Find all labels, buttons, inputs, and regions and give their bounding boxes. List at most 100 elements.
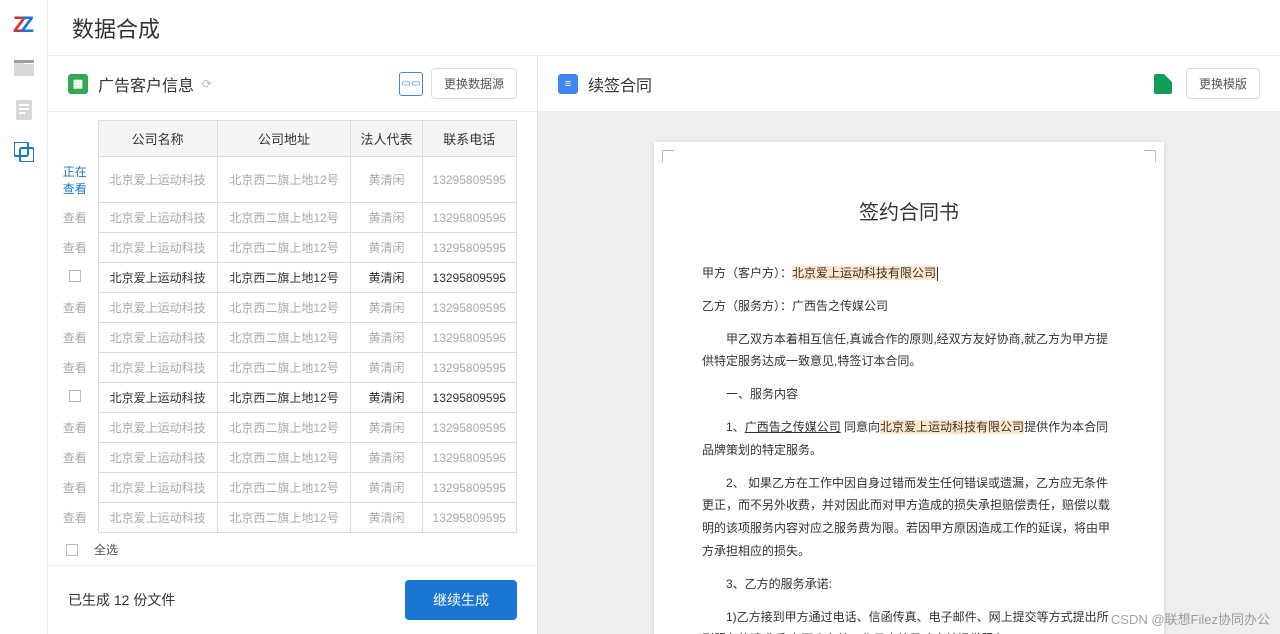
table-cell: 黄清闲	[351, 233, 422, 263]
continue-generate-button[interactable]: 继续生成	[405, 580, 517, 620]
table-row[interactable]: 北京爱上运动科技北京西二旗上地12号黄清闲13295809595	[52, 383, 517, 413]
contract-intro: 甲乙双方本着相互信任,真诚合作的原则,经双方友好协商,就乙方为甲方提供特定服务达…	[702, 328, 1116, 374]
table-cell: 北京爱上运动科技	[98, 443, 217, 473]
right-pane-head: ≡ 续签合同 更换模版	[538, 56, 1280, 112]
row-handle[interactable]: 查看	[52, 443, 98, 473]
document-page: 签约合同书 甲方（客户方）：北京爱上运动科技有限公司 乙方（服务方）：广西告之传…	[654, 142, 1164, 634]
nav-rail: ZZ	[0, 0, 48, 634]
table-cell: 北京西二旗上地12号	[217, 383, 351, 413]
table-row[interactable]: 查看北京爱上运动科技北京西二旗上地12号黄清闲13295809595	[52, 233, 517, 263]
table-cell: 黄清闲	[351, 157, 422, 203]
row-handle[interactable]	[52, 383, 98, 413]
row-handle[interactable]: 查看	[52, 413, 98, 443]
section-1-heading: 一、服务内容	[702, 383, 1116, 406]
table-cell: 北京西二旗上地12号	[217, 353, 351, 383]
watermark: CSDN @联想Filez协同办公	[1111, 609, 1270, 628]
table-row[interactable]: 查看北京爱上运动科技北京西二旗上地12号黄清闲13295809595	[52, 473, 517, 503]
table-cell: 北京爱上运动科技	[98, 503, 217, 533]
table-cell: 北京爱上运动科技	[98, 323, 217, 353]
table-row[interactable]: 查看北京爱上运动科技北京西二旗上地12号黄清闲13295809595	[52, 203, 517, 233]
table-cell: 13295809595	[422, 233, 517, 263]
document-icon: ≡	[558, 74, 578, 94]
row-handle[interactable]	[52, 263, 98, 293]
data-table: 公司名称公司地址法人代表联系电话 正在查看北京爱上运动科技北京西二旗上地12号黄…	[52, 120, 517, 533]
table-cell: 北京西二旗上地12号	[217, 473, 351, 503]
table-cell: 黄清闲	[351, 503, 422, 533]
row-handle[interactable]: 查看	[52, 503, 98, 533]
template-title: 续签合同	[588, 72, 652, 96]
table-row[interactable]: 查看北京爱上运动科技北京西二旗上地12号黄清闲13295809595	[52, 443, 517, 473]
table-cell: 黄清闲	[351, 413, 422, 443]
clause-3: 3、乙方的服务承诺:	[702, 573, 1116, 596]
table-cell: 13295809595	[422, 263, 517, 293]
main: 数据合成 ▦ 广告客户信息 ⟳ ▭▭ 更换数据源 公司名称公司地址法人代表联系电…	[48, 0, 1280, 634]
page-title: 数据合成	[72, 12, 160, 44]
preview-pane: ≡ 续签合同 更换模版 签约合同书 甲方（客户方）：北京爱上运动科技有限公司 乙…	[538, 56, 1280, 634]
select-all-checkbox[interactable]	[66, 544, 78, 556]
clause-2: 2、 如果乙方在工作中因自身过错而发生任何错误或遗漏，乙方应无条件更正，而不另外…	[702, 472, 1116, 563]
table-cell: 北京西二旗上地12号	[217, 323, 351, 353]
grid-toggle-icon[interactable]: ▭▭	[399, 72, 423, 96]
table-cell: 北京爱上运动科技	[98, 157, 217, 203]
row-handle[interactable]: 查看	[52, 293, 98, 323]
nav-files-icon[interactable]	[12, 56, 36, 80]
select-all-row[interactable]: 全选	[52, 533, 517, 565]
table-cell: 13295809595	[422, 203, 517, 233]
party-b-line: 乙方（服务方）：广西告之传媒公司	[702, 295, 1116, 318]
row-handle[interactable]: 查看	[52, 203, 98, 233]
party-a-value[interactable]: 北京爱上运动科技有限公司	[792, 266, 938, 280]
table-cell: 黄清闲	[351, 203, 422, 233]
table-row[interactable]: 查看北京爱上运动科技北京西二旗上地12号黄清闲13295809595	[52, 293, 517, 323]
table-wrap[interactable]: 公司名称公司地址法人代表联系电话 正在查看北京爱上运动科技北京西二旗上地12号黄…	[48, 112, 537, 565]
table-row[interactable]: 查看北京爱上运动科技北京西二旗上地12号黄清闲13295809595	[52, 323, 517, 353]
row-handle[interactable]: 查看	[52, 233, 98, 263]
column-header: 法人代表	[351, 121, 422, 157]
refresh-icon[interactable]: ⟳	[202, 77, 212, 91]
spreadsheet-icon: ▦	[68, 74, 88, 94]
table-cell: 北京爱上运动科技	[98, 293, 217, 323]
vendor-name: 广西告之传媒公司	[745, 420, 841, 434]
table-cell: 13295809595	[422, 383, 517, 413]
table-cell: 北京西二旗上地12号	[217, 263, 351, 293]
table-cell: 北京爱上运动科技	[98, 413, 217, 443]
table-cell: 北京西二旗上地12号	[217, 503, 351, 533]
row-handle[interactable]: 正在查看	[52, 157, 98, 203]
table-row[interactable]: 查看北京爱上运动科技北京西二旗上地12号黄清闲13295809595	[52, 503, 517, 533]
row-handle[interactable]: 查看	[52, 473, 98, 503]
nav-compose-icon[interactable]	[12, 140, 36, 164]
table-row[interactable]: 正在查看北京爱上运动科技北京西二旗上地12号黄清闲13295809595	[52, 157, 517, 203]
table-cell: 黄清闲	[351, 443, 422, 473]
table-cell: 13295809595	[422, 293, 517, 323]
data-source-title: 广告客户信息	[98, 72, 194, 96]
change-template-button[interactable]: 更换模版	[1186, 68, 1260, 99]
table-cell: 北京西二旗上地12号	[217, 413, 351, 443]
table-cell: 北京爱上运动科技	[98, 233, 217, 263]
table-cell: 13295809595	[422, 443, 517, 473]
table-cell: 13295809595	[422, 353, 517, 383]
select-all-label: 全选	[94, 541, 118, 558]
table-row[interactable]: 查看北京爱上运动科技北京西二旗上地12号黄清闲13295809595	[52, 353, 517, 383]
party-b-value: 广西告之传媒公司	[792, 299, 888, 313]
party-a-line: 甲方（客户方）：北京爱上运动科技有限公司	[702, 262, 1116, 285]
table-cell: 13295809595	[422, 323, 517, 353]
row-handle[interactable]: 查看	[52, 323, 98, 353]
export-excel-icon[interactable]	[1154, 74, 1172, 94]
table-cell: 北京爱上运动科技	[98, 203, 217, 233]
change-source-button[interactable]: 更换数据源	[431, 68, 517, 99]
table-cell: 13295809595	[422, 473, 517, 503]
data-source-pane: ▦ 广告客户信息 ⟳ ▭▭ 更换数据源 公司名称公司地址法人代表联系电话 正在查…	[48, 56, 538, 634]
app-logo: ZZ	[13, 12, 34, 38]
document-area[interactable]: 签约合同书 甲方（客户方）：北京爱上运动科技有限公司 乙方（服务方）：广西告之传…	[538, 112, 1280, 634]
table-cell: 北京爱上运动科技	[98, 353, 217, 383]
table-cell: 北京西二旗上地12号	[217, 293, 351, 323]
left-footer: 已生成 12 份文件 继续生成	[48, 565, 537, 634]
table-cell: 黄清闲	[351, 293, 422, 323]
clause-3-1: 1)乙方接到甲方通过电话、信函传真、电子邮件、网上提交等方式提出所列服务的请求后…	[702, 606, 1116, 634]
nav-docs-icon[interactable]	[12, 98, 36, 122]
row-handle[interactable]: 查看	[52, 353, 98, 383]
table-row[interactable]: 北京爱上运动科技北京西二旗上地12号黄清闲13295809595	[52, 263, 517, 293]
table-cell: 北京西二旗上地12号	[217, 203, 351, 233]
table-cell: 北京爱上运动科技	[98, 263, 217, 293]
clause-1: 1、广西告之传媒公司 同意向北京爱上运动科技有限公司提供作为本合同品牌策划的特定…	[702, 416, 1116, 462]
table-row[interactable]: 查看北京爱上运动科技北京西二旗上地12号黄清闲13295809595	[52, 413, 517, 443]
